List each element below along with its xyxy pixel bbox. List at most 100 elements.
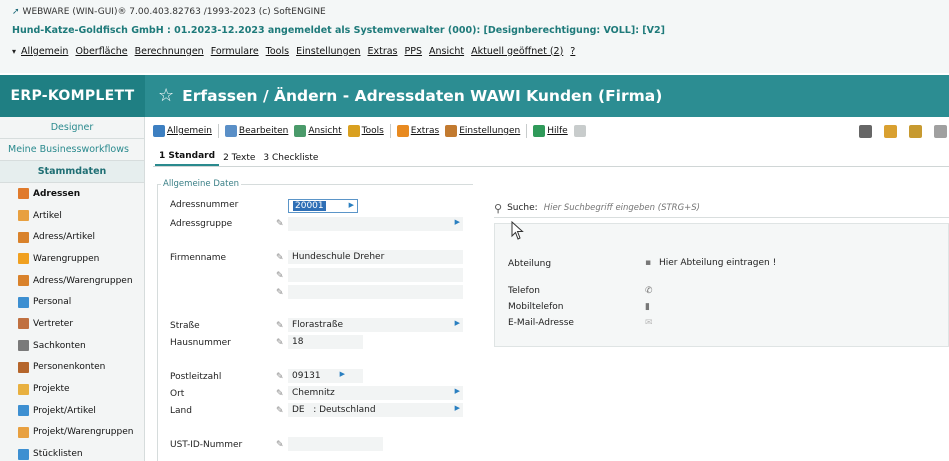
hausnummer-field[interactable]: 18 [288,335,363,349]
search-input[interactable] [543,203,844,213]
menu-bar: ▾ Allgemein Oberfläche Berechnungen Form… [8,42,582,60]
firmenname3-field[interactable] [288,285,463,299]
postleitzahl-label: Postleitzahl [170,372,222,382]
menu-pps[interactable]: PPS [405,46,423,57]
sidebar-item-icon [18,296,29,308]
users-icon[interactable] [859,124,872,138]
hausnummer-edit-icon[interactable]: ✎ [276,338,284,348]
land-lookup-icon[interactable]: ▶ [455,404,460,412]
sidebar-item-adressen[interactable]: Adressen [0,183,144,205]
menu-oberflaeche[interactable]: Oberfläche [75,46,127,57]
menu-tools[interactable]: Tools [266,46,289,57]
firmenname3-edit-icon[interactable]: ✎ [276,288,284,298]
postleitzahl-lookup-icon[interactable]: ▶ [340,370,345,378]
toolbar: Allgemein Bearbeiten Ansicht Tools Extras Ein… [153,122,949,140]
postleitzahl-field[interactable]: 09131 ▶ [288,369,363,383]
sidebar-item-projekte[interactable]: Projekte [0,378,144,400]
sidebar-section-businessworkflows[interactable]: Meine Businessworkflows [0,139,144,161]
person-icon[interactable] [909,124,922,138]
firmenname-edit-icon[interactable]: ✎ [276,253,284,263]
toolbar-allgemein-button[interactable]: Allgemein [153,125,212,137]
menu-dropdown-icon[interactable]: ▾ [12,47,16,56]
menu-aktuell-geoeffnet[interactable]: Aktuell geöffnet (2) [471,46,563,57]
sidebar-item-projekt-artikel[interactable]: Projekt/Artikel [0,400,144,422]
menu-allgemein[interactable]: Allgemein [21,46,68,57]
toolbar-button-label: Bearbeiten [238,126,289,136]
sidebar-item-adress-warengruppen[interactable]: Adress/Warengruppen [0,270,144,292]
strasse-label: Straße [170,321,200,331]
sidebar-item-personenkonten[interactable]: Personenkonten [0,357,144,379]
phone-icon[interactable]: ✆ [645,286,653,296]
sidebar-section-stammdaten[interactable]: Stammdaten [0,161,144,183]
sidebar-section-designer[interactable]: Designer [0,117,144,139]
menu-extras[interactable]: Extras [367,46,397,57]
sidebar-item-icon [18,448,29,460]
sidebar-item-label: Warengruppen [33,253,100,264]
sidebar-item-artikel[interactable]: Artikel [0,205,144,227]
strasse-lookup-icon[interactable]: ▶ [455,319,460,327]
menu-ansicht[interactable]: Ansicht [429,46,464,57]
strasse-field[interactable]: Florastraße ▶ [288,318,463,332]
toolbar-einstellungen-button[interactable]: Einstellungen [445,125,520,137]
chat-icon[interactable] [934,124,947,138]
search-icon[interactable]: ⚲ [494,202,502,215]
sidebar-item-sachkonten[interactable]: Sachkonten [0,335,144,357]
toolbar-button-label: Ansicht [308,126,342,136]
adressgruppe-edit-icon[interactable]: ✎ [276,219,284,229]
sidebar-item-projekt-warengruppen[interactable]: Projekt/Warengruppen [0,422,144,444]
menu-einstellungen[interactable]: Einstellungen [296,46,360,57]
firmenname2-field[interactable] [288,268,463,282]
ort-value: Chemnitz [292,388,335,398]
menu-berechnungen[interactable]: Berechnungen [135,46,204,57]
sidebar-item-st-cklisten[interactable]: Stücklisten [0,443,144,461]
header-band: ERP-KOMPLETT ☆ Erfassen / Ändern - Adres… [0,75,949,117]
toolbar-ansicht-button[interactable]: Ansicht [294,125,342,137]
land-field[interactable]: DE : Deutschland ▶ [288,403,463,417]
tab-texte[interactable]: 2 Texte [219,153,259,166]
land-edit-icon[interactable]: ✎ [276,406,284,416]
tab-checkliste[interactable]: 3 Checkliste [259,153,322,166]
ust-id-edit-icon[interactable]: ✎ [276,440,284,450]
toolbar-tools-button[interactable]: Tools [347,125,384,137]
grid-icon[interactable] [573,125,586,137]
favorite-star-icon[interactable]: ☆ [158,85,174,106]
extras-icon [396,125,409,137]
toolbar-extras-button[interactable]: Extras [396,125,439,137]
adressnummer-field[interactable]: 20001 ▶ [288,199,358,213]
land-label: Land [170,406,192,416]
sidebar-item-icon [18,275,29,287]
ort-label: Ort [170,389,185,399]
toolbar-hilfe-button[interactable]: Hilfe [533,125,568,137]
ort-lookup-icon[interactable]: ▶ [455,387,460,395]
postleitzahl-edit-icon[interactable]: ✎ [276,372,284,382]
adressgruppe-field[interactable]: ▶ [288,217,463,231]
adressgruppe-lookup-icon[interactable]: ▶ [455,218,460,226]
mobile-phone-icon[interactable]: ▮ [645,302,650,312]
firmenname2-edit-icon[interactable]: ✎ [276,271,284,281]
ort-edit-icon[interactable]: ✎ [276,389,284,399]
firmenname-field[interactable]: Hundeschule Dreher [288,250,463,264]
land-value: DE : Deutschland [292,405,376,415]
notes-icon[interactable] [884,124,897,138]
sidebar-item-warengruppen[interactable]: Warengruppen [0,248,144,270]
ust-id-field[interactable] [288,437,383,451]
abteilung-field[interactable]: Hier Abteilung eintragen ! [659,258,776,268]
sidebar-item-adress-artikel[interactable]: Adress/Artikel [0,226,144,248]
sidebar-item-personal[interactable]: Personal [0,291,144,313]
edit-icon [224,125,237,137]
tab-standard[interactable]: 1 Standard [155,151,220,166]
sidebar-item-icon [18,318,29,330]
menu-help[interactable]: ? [570,46,575,57]
sidebar-item-label: Adressen [33,188,81,199]
strasse-edit-icon[interactable]: ✎ [276,321,284,331]
ort-field[interactable]: Chemnitz ▶ [288,386,463,400]
sidebar-item-vertreter[interactable]: Vertreter [0,313,144,335]
brand-label: ERP-KOMPLETT [0,75,145,117]
adressnummer-lookup-icon[interactable]: ▶ [349,201,354,209]
sidebar-item-label: Stücklisten [33,449,83,460]
sidebar-item-label: Adress/Artikel [33,232,95,243]
toolbar-bearbeiten-button[interactable]: Bearbeiten [224,125,289,137]
menu-formulare[interactable]: Formulare [211,46,259,57]
email-icon[interactable]: ✉ [645,318,653,328]
mobiltelefon-label: Mobiltelefon [508,302,564,312]
